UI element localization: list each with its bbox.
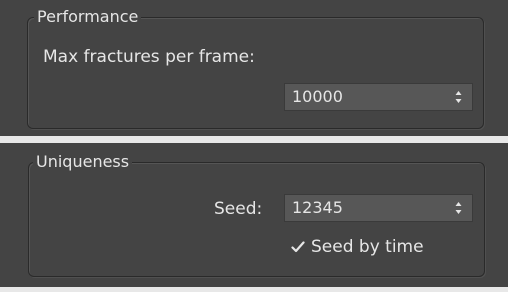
spinner-arrows-icon[interactable] bbox=[455, 89, 462, 105]
performance-group-box bbox=[27, 17, 484, 129]
panel-divider bbox=[0, 136, 508, 143]
seed-spinner[interactable]: 12345 bbox=[284, 194, 473, 222]
seed-by-time-checkbox[interactable]: Seed by time bbox=[291, 236, 471, 260]
performance-panel: Performance Max fractures per frame: 100… bbox=[5, 0, 503, 136]
max-fractures-spinner[interactable]: 10000 bbox=[284, 83, 473, 111]
performance-group-title: Performance bbox=[34, 7, 142, 27]
uniqueness-panel: Uniqueness Seed: 12345 Seed by time bbox=[5, 143, 503, 287]
max-fractures-value[interactable]: 10000 bbox=[292, 86, 343, 108]
checkmark-icon[interactable] bbox=[291, 240, 305, 254]
max-fractures-label: Max fractures per frame: bbox=[43, 47, 255, 67]
seed-value[interactable]: 12345 bbox=[292, 197, 343, 219]
seed-label: Seed: bbox=[214, 199, 263, 219]
uniqueness-group-title: Uniqueness bbox=[33, 152, 133, 172]
bottom-strip bbox=[0, 287, 508, 292]
seed-by-time-label[interactable]: Seed by time bbox=[311, 236, 424, 258]
spinner-arrows-icon[interactable] bbox=[455, 200, 462, 216]
